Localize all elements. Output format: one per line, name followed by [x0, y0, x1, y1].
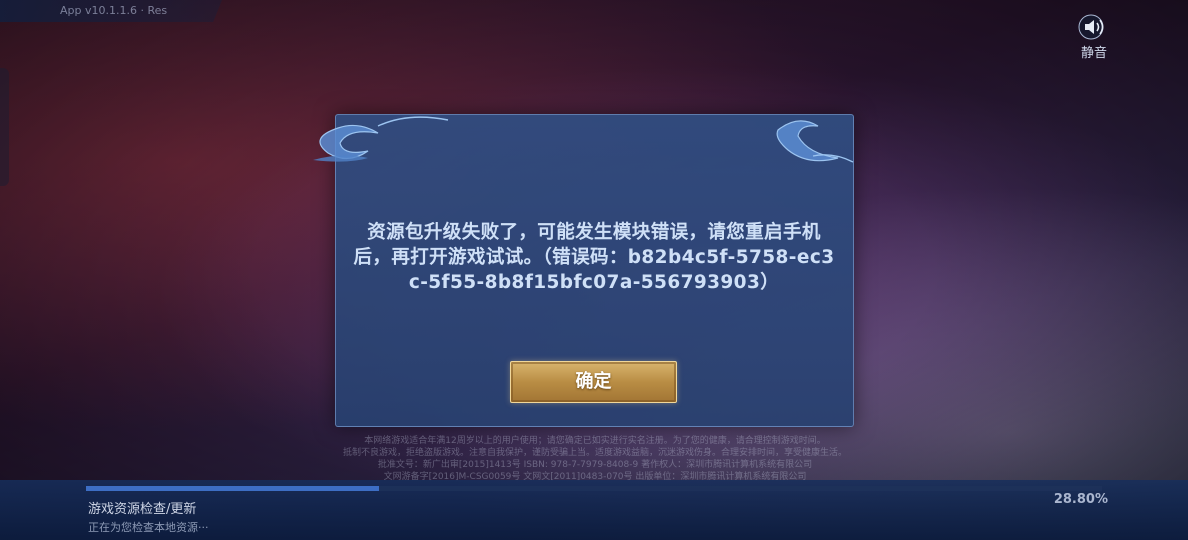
error-message: 资源包升级失败了，可能发生模块错误，请您重启手机后，再打开游戏试试。（错误码：b…	[353, 222, 835, 293]
side-drawer-handle[interactable]	[0, 68, 9, 186]
mute-button[interactable]: 静音	[1074, 14, 1114, 61]
speaker-icon	[1078, 14, 1104, 40]
version-info: App v10.1.1.6 · Res v10.1.1.12	[0, 0, 222, 22]
confirm-button[interactable]: 确定	[510, 361, 677, 403]
legal-line: 抵制不良游戏，拒绝盗版游戏。注意自我保护，谨防受骗上当。适度游戏益脑，沉迷游戏伤…	[342, 448, 847, 458]
loading-title: 游戏资源检查/更新	[88, 502, 197, 517]
legal-line: 本网络游戏适合年满12周岁以上的用户使用；请您确定已如实进行实名注册。为了您的健…	[364, 436, 826, 446]
loading-subtitle: 正在为您检查本地资源···	[88, 521, 209, 534]
legal-line: 批准文号：新广出审[2015]1413号 ISBN: 978-7-7979-84…	[377, 460, 813, 470]
loading-percent: 28.80%	[1053, 492, 1108, 507]
loading-progress-fill	[86, 486, 379, 491]
mute-label: 静音	[1080, 46, 1107, 61]
legal-notice: 本网络游戏适合年满12周岁以上的用户使用；请您确定已如实进行实名注册。为了您的健…	[290, 435, 900, 483]
loading-progress-bar	[86, 486, 1102, 491]
